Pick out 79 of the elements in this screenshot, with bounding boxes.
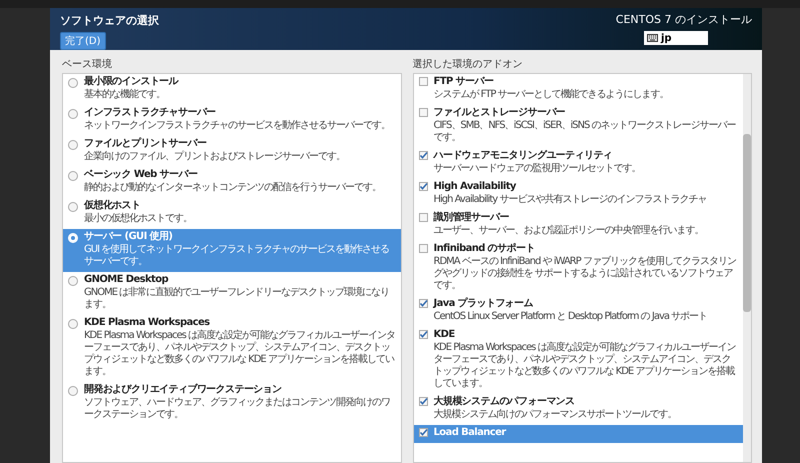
environment-item[interactable]: 最小限のインストール 基本的な機能です。 [63,74,400,105]
environment-item[interactable]: 開発およびクリエイティブワークステーション ソフトウェア、ハードウェア、グラフィックまたはコンテンツ開発向けのワークステーションです。 [63,382,400,425]
page-title: ソフトウェアの選択 [60,13,159,28]
environment-item[interactable]: ベーシック Web サーバー 静的および動的なインターネットコンテンツの配信を行うサーバーです。 [63,167,400,198]
item-title: ファイルとプリントサーバー [84,138,208,150]
item-description: CIFS、SMB、NFS、iSCSI、iSER、iSNS のネットワークストレージサーバーです。 [434,120,737,144]
radio-button[interactable] [68,202,78,212]
addon-item[interactable]: FTP サーバー システムが FTP サーバーとして機能できるようにします。 [414,74,743,105]
radio-button[interactable] [68,109,78,119]
addon-item[interactable]: Infiniband のサポート RDMA ベースの InfiniBand や iWARP ファブリックを使用してクラスタリングやグリッドの接続性を サポートするように設計されているソフトウェアです。 [414,241,743,296]
checkbox[interactable] [418,213,428,222]
checkbox[interactable] [418,108,428,117]
radio-button[interactable] [68,319,78,329]
item-title: 大規模システムのパフォーマンス [434,396,576,408]
addon-item[interactable]: ハードウェアモニタリングユーティリティ サーバーハードウェアの監視用ツールセットです。 [414,148,743,179]
item-description: GUI を使用してネットワークインフラストラクチャのサービスを動作させるサーバーです。 [84,244,390,268]
scrollbar-thumb[interactable] [743,134,751,312]
environment-item[interactable]: KDE Plasma Workspaces KDE Plasma Workspaces は高度な設定が可能なグラフィカルユーザーインターフェースであり、パネルやデスクトップ、システムアイコン、デスクトップウィジェットなど数多くのパワフルな KDE アプリケーションを搭載しています。 [63,315,400,382]
install-title: CENTOS 7 のインストール [616,12,752,27]
radio-button[interactable] [68,140,78,150]
item-title: High Availability [434,181,518,193]
item-description: ネットワークインフラストラクチャのサービスを動作させるサーバーです。 [84,120,390,132]
item-title: KDE [434,329,456,341]
item-description: 最小の仮想化ホストです。 [84,213,192,225]
checkbox[interactable] [418,428,428,437]
addon-item[interactable]: KDE KDE Plasma Workspaces は高度な設定が可能なグラフィカルユーザーインターフェースであり、パネルやデスクトップ、システムアイコン、デスクトップウィジェットなど数多くのパワフルな KDE アプリケーションを搭載しています。 [414,327,743,394]
checkbox[interactable] [418,330,428,339]
checkbox[interactable] [418,299,428,308]
item-description: GNOME は非常に直観的でユーザーフレンドリーなデスクトップ環境になります。 [84,287,390,311]
checkbox[interactable] [418,77,428,86]
item-description: CentOS Linux Server Platform と Desktop Platform の Java サポート [434,311,708,323]
item-title: GNOME Desktop [84,274,170,286]
item-description: サーバーハードウェアの監視用ツールセットです。 [434,163,640,175]
item-title: KDE Plasma Workspaces [84,317,211,329]
keyboard-layout-field[interactable]: jp [644,31,708,45]
item-title: Infiniband のサポート [434,243,536,255]
radio-button[interactable] [68,171,78,181]
environment-item[interactable]: ファイルとプリントサーバー 企業向けのファイル、プリントおよびストレージサーバーです。 [63,136,400,167]
addon-item[interactable]: ファイルとストレージサーバー CIFS、SMB、NFS、iSCSI、iSER、iSNS のネットワークストレージサーバーです。 [414,105,743,148]
checkbox[interactable] [418,182,428,191]
item-description: 基本的な機能です。 [84,89,166,101]
item-description: KDE Plasma Workspaces は高度な設定が可能なグラフィカルユーザーインターフェースであり、パネルやデスクトップ、システムアイコン、デスクトップウィジェットなど数多くのパワフルな KDE アプリケーションを搭載しています。 [84,330,396,378]
addon-item[interactable]: High Availability High Availability サービスや共有ストレージのインフラストラクチャ [414,179,743,210]
item-title: FTP サーバー [434,76,494,88]
addon-item[interactable]: Java プラットフォーム CentOS Linux Server Platform と Desktop Platform の Java サポート [414,296,743,327]
item-title: インフラストラクチャサーバー [84,107,217,119]
radio-button[interactable] [68,78,78,88]
checkbox[interactable] [418,244,428,253]
checkbox[interactable] [418,397,428,406]
section-heading: ベース環境 [62,58,113,72]
item-description: 静的および動的なインターネットコンテンツの配信を行うサーバーです。 [84,182,381,194]
item-title: 開発およびクリエイティブワークステーション [84,384,282,396]
addon-item[interactable]: 識別管理サーバー ユーザー、サーバー、および認証ポリシーの中央管理を行います。 [414,210,743,241]
item-title: ハードウェアモニタリングユーティリティ [434,150,614,162]
environment-item[interactable]: 仮想化ホスト 最小の仮想化ホストです。 [63,198,400,229]
item-title: 識別管理サーバー [434,212,510,224]
item-description: KDE Plasma Workspaces は高度な設定が可能なグラフィカルユーザーインターフェースであり、パネルやデスクトップ、システムアイコン、デスクトップウィジェットなど数多くのパワフルな KDE アプリケーションを搭載しています。 [434,342,736,390]
checkbox[interactable] [418,151,428,160]
item-description: High Availability サービスや共有ストレージのインフラストラクチャ [434,194,706,206]
radio-button[interactable] [68,386,78,396]
item-title: 仮想化ホスト [84,200,142,212]
item-title: Java プラットフォーム [434,298,534,310]
environment-item[interactable]: インフラストラクチャサーバー ネットワークインフラストラクチャのサービスを動作させるサーバーです。 [63,105,400,136]
item-title: サーバー (GUI 使用) [84,231,174,243]
item-description: 大規模システム向けのパフォーマンスサポートツールです。 [434,409,676,421]
item-description: RDMA ベースの InfiniBand や iWARP ファブリックを使用してクラスタリングやグリッドの接続性を サポートするように設計されているソフトウェアです。 [434,256,737,292]
item-description: ソフトウェア、ハードウェア、グラフィックまたはコンテンツ開発向けのワークステーションです。 [84,397,391,421]
radio-button[interactable] [68,276,78,286]
item-description: ユーザー、サーバー、および認証ポリシーの中央管理を行います。 [434,225,704,237]
keyboard-icon [647,34,658,42]
addon-item[interactable]: 大規模システムのパフォーマンス 大規模システム向けのパフォーマンスサポートツールです。 [414,394,743,425]
environment-item[interactable]: GNOME Desktop GNOME は非常に直観的でユーザーフレンドリーなデスクトップ環境になります。 [63,272,400,315]
item-title: ベーシック Web サーバー [84,169,198,181]
item-description: 企業向けのファイル、プリントおよびストレージサーバーです。 [84,151,345,163]
item-description: システムが FTP サーバーとして機能できるようにします。 [434,89,669,101]
section-heading: 選択した環境のアドオン [412,58,524,72]
item-title: Load Balancer [434,427,506,439]
item-title: ファイルとストレージサーバー [434,107,566,119]
item-title: 最小限のインストール [84,76,178,88]
